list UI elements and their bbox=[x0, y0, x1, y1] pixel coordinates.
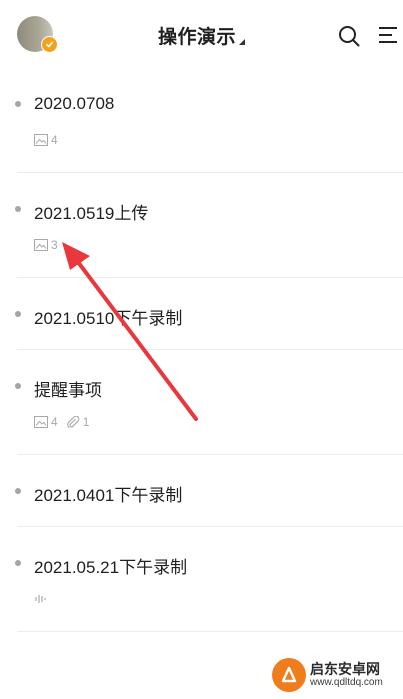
image-icon bbox=[34, 416, 48, 428]
bullet-dot bbox=[15, 101, 21, 107]
page-title: 操作演示 bbox=[157, 27, 236, 48]
list-item[interactable]: 2021.0401下午录制 bbox=[0, 455, 403, 527]
divider bbox=[17, 631, 403, 632]
note-title: 2020.0708 bbox=[34, 94, 115, 113]
note-title: 2021.0519上传 bbox=[34, 204, 149, 223]
watermark-text: 启东安卓网 www.qdltdq.com bbox=[310, 662, 383, 688]
image-count: 3 bbox=[51, 238, 58, 252]
note-title: 2021.0510下午录制 bbox=[34, 309, 183, 328]
search-icon[interactable] bbox=[337, 24, 361, 48]
note-title: 提醒事项 bbox=[34, 381, 102, 400]
list-item[interactable]: 2021.0519上传 3 bbox=[0, 173, 403, 278]
note-meta: 3 bbox=[34, 238, 66, 252]
image-count: 4 bbox=[51, 133, 58, 147]
note-title: 2021.05.21下午录制 bbox=[34, 558, 188, 577]
watermark-url: www.qdltdq.com bbox=[310, 677, 383, 688]
bullet-dot bbox=[15, 311, 21, 317]
watermark: 启东安卓网 www.qdltdq.com bbox=[272, 658, 383, 692]
list-item[interactable]: 2021.05.21下午录制 bbox=[0, 527, 403, 632]
dropdown-caret-icon bbox=[239, 39, 245, 45]
image-count: 4 bbox=[51, 415, 58, 429]
note-meta bbox=[34, 593, 48, 605]
list-item[interactable]: 2021.0510下午录制 bbox=[0, 278, 403, 350]
attachment-count: 1 bbox=[82, 415, 90, 429]
bullet-dot bbox=[15, 560, 21, 566]
bullet-dot bbox=[15, 488, 21, 494]
list-item[interactable]: 2020.0708 4 bbox=[0, 68, 403, 173]
note-meta: 4 1 bbox=[34, 415, 97, 429]
note-meta: 4 bbox=[34, 133, 66, 147]
image-icon bbox=[34, 134, 48, 146]
watermark-logo-icon bbox=[272, 658, 306, 692]
bullet-dot bbox=[15, 383, 21, 389]
image-icon bbox=[34, 239, 48, 251]
note-title: 2021.0401下午录制 bbox=[34, 486, 183, 505]
menu-icon[interactable] bbox=[377, 24, 399, 46]
audio-wave-icon bbox=[35, 595, 46, 603]
header-bar: 操作演示 bbox=[0, 0, 403, 68]
bullet-dot bbox=[15, 206, 21, 212]
watermark-name: 启东安卓网 bbox=[310, 661, 380, 677]
list-item[interactable]: 提醒事项 4 1 bbox=[0, 350, 403, 455]
paperclip-icon bbox=[66, 416, 80, 428]
